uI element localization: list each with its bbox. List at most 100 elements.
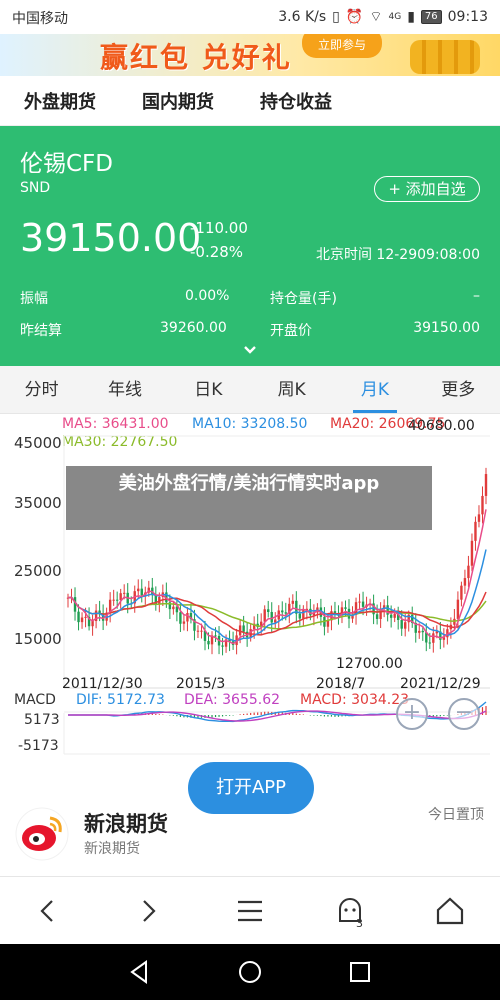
news-overlay-title[interactable]: 美油外盘行情/美油行情实时app [66, 466, 432, 530]
tab-monthly-k[interactable]: 月K [333, 366, 416, 413]
candle-body [484, 474, 488, 496]
app-promo: 新浪期货 新浪期货 打开APP 今日置顶 [0, 758, 500, 876]
dea-legend: DEA: 3655.62 [184, 692, 281, 708]
candle-body [80, 617, 84, 623]
home-icon[interactable] [432, 893, 468, 929]
forward-icon[interactable] [130, 893, 166, 929]
status-bar: 中国移动 3.6 K/s ▯ ⏰ ⌔ 4G ▮ 76 09:13 [0, 0, 500, 34]
add-watchlist-button[interactable]: + 添加自选 [374, 176, 480, 202]
candle-body [477, 514, 481, 522]
open-interest-value: – [473, 288, 480, 304]
expand-chevron-icon[interactable] [242, 342, 258, 358]
amplitude-value: 0.00% [185, 288, 230, 304]
network-type: 4G [388, 12, 402, 22]
x-tick-2018: 2018/7 [316, 676, 366, 692]
candle-body [404, 622, 407, 629]
tab-more[interactable]: 更多 [417, 366, 500, 413]
candle-body [358, 601, 361, 603]
instrument-code: SND [20, 180, 51, 196]
candle-body [291, 600, 295, 604]
last-price: 39150.00 [20, 216, 202, 260]
zoom-out-button[interactable]: − [448, 698, 480, 730]
nav-home-icon[interactable] [236, 958, 264, 986]
candle-body [112, 599, 115, 601]
candle-body [214, 635, 217, 637]
tab-daily-k[interactable]: 日K [167, 366, 250, 413]
battery-icon: 76 [420, 10, 442, 24]
open-app-button[interactable]: 打开APP [188, 762, 314, 814]
candle-body [267, 609, 270, 612]
nav-item-position-profit[interactable]: 持仓收益 [260, 88, 332, 114]
nav-recent-icon[interactable] [346, 958, 374, 986]
quote-panel: 伦锡CFD SND + 添加自选 39150.00 -110.00 -0.28%… [0, 126, 500, 366]
candle-body [137, 588, 140, 592]
amplitude-label: 振幅 [20, 291, 48, 307]
tabs-count: 3 [356, 917, 363, 930]
candle-body [263, 609, 266, 622]
app-root: 中国移动 3.6 K/s ▯ ⏰ ⌔ 4G ▮ 76 09:13 赢红包 兑好礼… [0, 0, 500, 1000]
candle-body [428, 642, 431, 644]
nav-item-foreign-futures[interactable]: 外盘期货 [24, 88, 96, 114]
candle-body [186, 612, 189, 622]
candle-body [84, 616, 87, 618]
macd-value-legend: MACD: 3034.23 [300, 692, 410, 708]
sina-logo-icon [14, 806, 70, 862]
network-speed: 3.6 K/s [278, 9, 327, 25]
candle-body [400, 619, 403, 629]
candle-body [179, 612, 182, 624]
wifi-icon: ⌔ [369, 9, 383, 25]
signal-icon: ▮ [407, 9, 415, 25]
candle-body [456, 599, 460, 619]
candle-body [389, 614, 393, 618]
status-icons: 3.6 K/s ▯ ⏰ ⌔ 4G ▮ 76 09:13 [278, 8, 488, 26]
candle-body [77, 611, 80, 623]
x-tick-2015: 2015/3 [176, 676, 226, 692]
instrument-name: 伦锡CFD [20, 151, 113, 177]
x-tick-2021: 2021/12/29 [400, 676, 481, 692]
candle-body [421, 630, 424, 633]
banner-join-button[interactable]: 立即参与 [302, 34, 382, 58]
candle-body [281, 610, 284, 613]
market-nav: 外盘期货 国内期货 持仓收益 [0, 76, 500, 126]
dif-legend: DIF: 5172.73 [76, 692, 165, 708]
tab-yearly[interactable]: 年线 [83, 366, 166, 413]
kline-chart[interactable]: MA5: 36431.00 MA10: 33208.50 MA20: 26069… [0, 414, 500, 758]
back-icon[interactable] [30, 893, 66, 929]
candle-body [270, 611, 273, 623]
candle-body [115, 599, 119, 601]
brand-subtitle: 新浪期货 [84, 841, 140, 857]
candle-body [432, 633, 435, 643]
price-change: -110.00 -0.28% [190, 216, 248, 264]
prev-settle-label: 昨结算 [20, 323, 62, 339]
candle-body [298, 613, 302, 619]
period-tabs: 分时 年线 日K 周K 月K 更多 [0, 366, 500, 414]
candle-body [140, 588, 143, 596]
change-amount: -110.00 [190, 219, 248, 237]
candle-body [242, 625, 245, 632]
candle-body [463, 578, 467, 586]
tab-weekly-k[interactable]: 周K [250, 366, 333, 413]
candle-body [200, 630, 203, 632]
candle-body [172, 606, 175, 610]
nav-item-domestic-futures[interactable]: 国内期货 [142, 88, 214, 114]
candle-body [123, 592, 126, 594]
vibrate-icon: ▯ [332, 9, 340, 25]
x-tick-2011: 2011/12/30 [62, 676, 143, 692]
candle-body [207, 640, 210, 645]
browser-toolbar: 3 [0, 876, 500, 944]
system-nav-bar [0, 944, 500, 1000]
nav-back-icon[interactable] [126, 958, 154, 986]
low-label: 12700.00 [336, 656, 403, 672]
banner-text: 赢红包 兑好礼 [100, 41, 292, 74]
candle-body [481, 495, 484, 515]
candle-body [182, 621, 186, 624]
candle-body [196, 630, 200, 632]
promo-banner[interactable]: 赢红包 兑好礼 立即参与 [0, 34, 500, 76]
menu-icon[interactable] [232, 893, 268, 929]
zoom-in-button[interactable]: + [396, 698, 428, 730]
brand-name: 新浪期货 [84, 812, 168, 836]
candle-body [302, 610, 305, 619]
candle-body [467, 565, 470, 579]
prev-settle-value: 39260.00 [160, 320, 227, 336]
tab-intraday[interactable]: 分时 [0, 366, 83, 413]
